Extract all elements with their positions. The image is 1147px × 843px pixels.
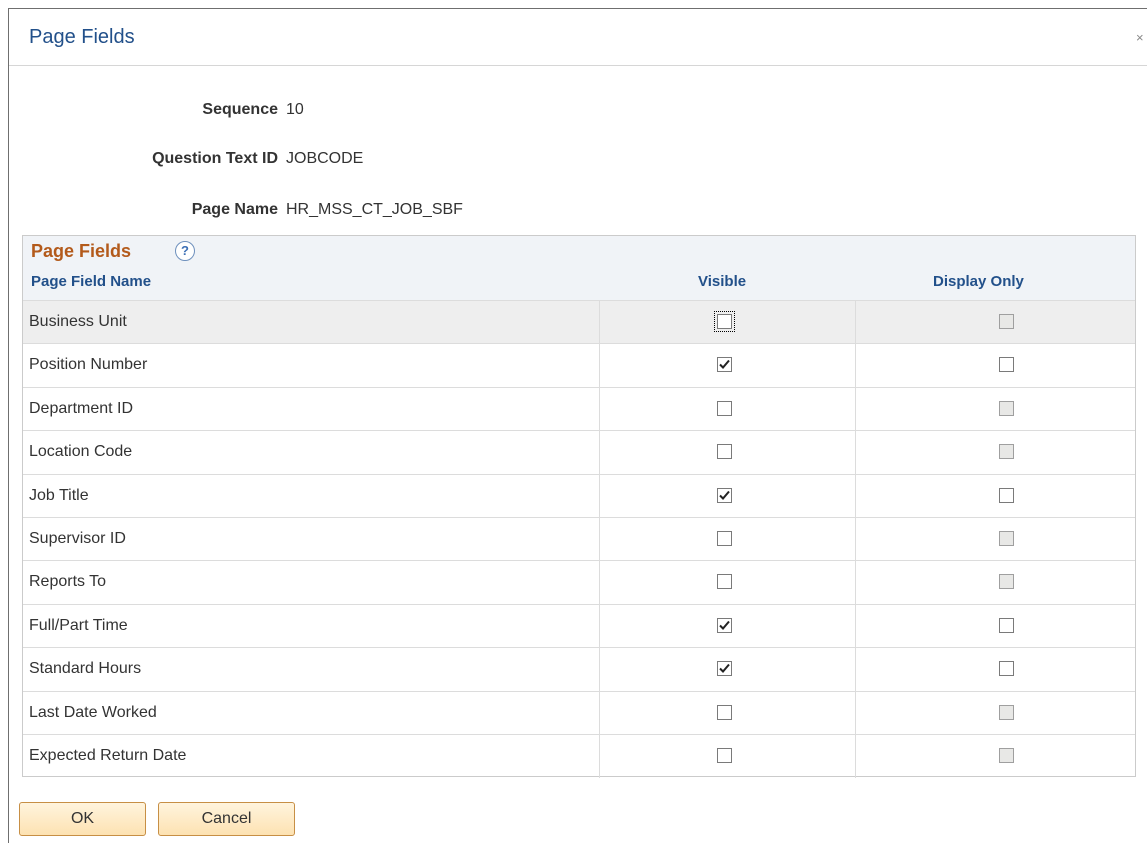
table-row: Location Code	[23, 430, 1135, 475]
page-field-name: Expected Return Date	[29, 747, 187, 764]
display-only-checkbox	[999, 400, 1014, 416]
page-field-name-cell: Department ID	[23, 387, 600, 431]
visible-checkbox[interactable]	[717, 444, 732, 460]
table-row: Supervisor ID	[23, 517, 1135, 561]
page-fields-grid: Page Fields ? Page Field Name Visible Di…	[22, 235, 1136, 778]
table-row: Standard Hours	[23, 647, 1135, 692]
page-field-name-cell: Business Unit	[23, 301, 600, 344]
page-field-name: Location Code	[29, 443, 133, 461]
page-field-name-cell: Expected Return Date	[23, 735, 600, 778]
visible-cell	[600, 301, 856, 344]
close-icon[interactable]: ×	[1136, 31, 1146, 45]
visible-cell	[600, 561, 856, 605]
column-header-display-only[interactable]: Display Only	[933, 273, 1024, 290]
question-text-id-field: Question Text ID JOBCODE	[9, 150, 609, 170]
page-name-label: Page Name	[191, 201, 278, 218]
visible-cell	[600, 691, 856, 735]
display-only-checkbox	[999, 574, 1014, 590]
dialog-titlebar: Page Fields ×	[9, 9, 1147, 66]
dialog-title: Page Fields	[29, 26, 135, 48]
question-text-id-label: Question Text ID	[152, 150, 278, 167]
table-row: Reports To	[23, 560, 1135, 605]
page-field-name: Business Unit	[29, 313, 127, 330]
table-row: Expected Return Date	[23, 734, 1135, 778]
visible-cell	[600, 474, 856, 518]
sequence-label: Sequence	[202, 101, 278, 118]
page-field-name-cell: Position Number	[23, 344, 600, 388]
page-field-name-cell: Reports To	[23, 561, 600, 605]
table-row: Department ID	[23, 386, 1135, 431]
display-only-checkbox[interactable]	[999, 661, 1014, 677]
visible-cell	[600, 344, 856, 388]
page-field-name: Department ID	[29, 399, 134, 417]
visible-checkbox[interactable]	[717, 661, 732, 677]
page-field-name: Last Date Worked	[29, 703, 157, 721]
visible-checkbox[interactable]	[717, 617, 732, 633]
display-only-checkbox[interactable]	[999, 617, 1014, 633]
sequence-field: Sequence 10	[9, 101, 609, 121]
page-field-name-cell: Location Code	[23, 431, 600, 475]
visible-cell	[600, 648, 856, 692]
table-row: Job Title	[23, 473, 1135, 518]
page-field-name-cell: Standard Hours	[23, 648, 600, 692]
page-field-name: Full/Part Time	[29, 616, 128, 634]
display-only-checkbox[interactable]	[999, 487, 1014, 503]
column-header-visible[interactable]: Visible	[698, 273, 746, 290]
visible-checkbox[interactable]	[717, 487, 732, 503]
display-only-cell	[856, 301, 1135, 344]
page-field-name-cell: Supervisor ID	[23, 518, 600, 561]
display-only-cell	[856, 735, 1135, 778]
display-only-checkbox	[999, 444, 1014, 460]
display-only-checkbox	[999, 704, 1014, 720]
display-only-cell	[856, 605, 1135, 648]
page-field-name-cell: Full/Part Time	[23, 604, 600, 648]
table-row: Full/Part Time	[23, 603, 1135, 648]
display-only-cell	[856, 518, 1135, 561]
visible-cell	[600, 735, 856, 778]
page-field-name: Job Title	[29, 486, 89, 504]
page-name-field: Page Name HR_MSS_CT_JOB_SBF	[9, 201, 609, 221]
display-only-checkbox	[999, 531, 1014, 546]
table-row: Position Number	[23, 343, 1135, 388]
grid-header: Page Fields ? Page Field Name Visible Di…	[23, 236, 1135, 301]
visible-checkbox[interactable]	[717, 400, 732, 416]
visible-checkbox[interactable]	[717, 704, 732, 720]
page-field-name: Reports To	[29, 573, 107, 591]
page-field-name-cell: Last Date Worked	[23, 691, 600, 735]
display-only-checkbox	[999, 748, 1014, 763]
visible-checkbox[interactable]	[714, 311, 735, 332]
display-only-cell	[856, 561, 1135, 604]
visible-checkbox[interactable]	[717, 357, 732, 373]
ok-button[interactable]: OK	[19, 802, 146, 836]
grid-title: Page Fields	[31, 241, 132, 261]
sequence-value: 10	[286, 101, 304, 118]
visible-checkbox[interactable]	[717, 748, 732, 763]
page-name-value: HR_MSS_CT_JOB_SBF	[286, 201, 463, 218]
page-field-name: Standard Hours	[29, 660, 142, 678]
visible-cell	[600, 431, 856, 475]
display-only-cell	[856, 475, 1135, 518]
display-only-cell	[856, 388, 1135, 431]
page-fields-dialog: Page Fields × Sequence 10 Question Text …	[8, 8, 1147, 843]
visible-cell	[600, 604, 856, 648]
display-only-cell	[856, 344, 1135, 387]
page-field-name: Position Number	[29, 356, 148, 374]
cancel-button[interactable]: Cancel	[158, 802, 295, 836]
table-row: Business Unit	[23, 300, 1135, 344]
visible-cell	[600, 518, 856, 561]
visible-checkbox[interactable]	[717, 531, 732, 546]
display-only-checkbox	[999, 314, 1014, 329]
visible-cell	[600, 387, 856, 431]
display-only-cell	[856, 431, 1135, 474]
display-only-cell	[856, 692, 1135, 735]
page-field-name: Supervisor ID	[29, 530, 126, 547]
column-header-page-field-name[interactable]: Page Field Name	[31, 273, 151, 290]
question-text-id-value: JOBCODE	[286, 150, 364, 167]
display-only-checkbox[interactable]	[999, 357, 1014, 373]
page-field-name-cell: Job Title	[23, 474, 600, 518]
table-row: Last Date Worked	[23, 690, 1135, 735]
display-only-cell	[856, 648, 1135, 691]
visible-checkbox[interactable]	[717, 574, 732, 590]
help-icon[interactable]: ?	[175, 241, 195, 261]
